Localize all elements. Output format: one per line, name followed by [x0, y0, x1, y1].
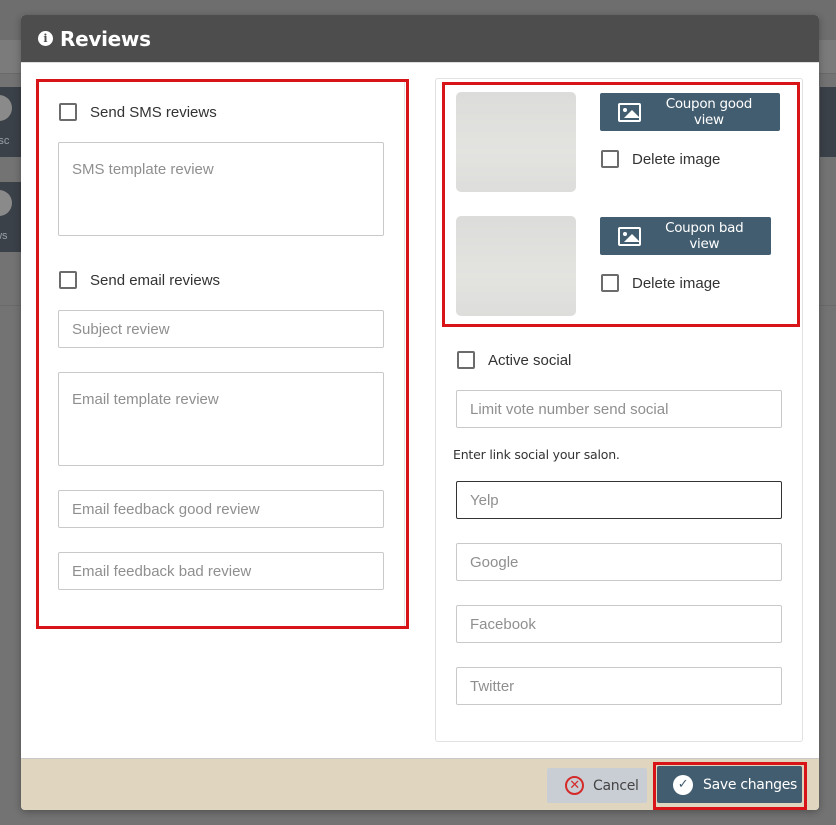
background-tile-right	[820, 87, 836, 157]
info-circle-icon: i	[38, 31, 53, 46]
active-social-label[interactable]: Active social	[488, 352, 571, 369]
background-tile-discounts: Disc	[0, 87, 22, 157]
modal-title: Reviews	[60, 26, 151, 51]
coupon-bad-thumbnail	[456, 216, 576, 316]
send-sms-reviews-checkbox[interactable]	[59, 103, 77, 121]
coupon-bad-view-label: Coupon bad view	[665, 220, 744, 252]
send-email-reviews-label[interactable]: Send email reviews	[90, 272, 220, 289]
background-tile-icon	[0, 190, 12, 216]
check-circle-icon: ✓	[673, 774, 693, 795]
left-panel-border	[404, 82, 405, 626]
yelp-link-input[interactable]	[456, 481, 782, 519]
background-tile-icon	[0, 95, 12, 121]
sms-template-textarea[interactable]	[58, 142, 384, 236]
email-feedback-good-input[interactable]	[58, 490, 384, 528]
delete-bad-image-label[interactable]: Delete image	[632, 275, 720, 292]
delete-good-image-row: Delete image	[601, 150, 720, 168]
background-tile-reviews: ews	[0, 182, 22, 252]
image-icon	[618, 226, 641, 246]
save-changes-label: Save changes	[703, 776, 798, 793]
delete-good-image-checkbox[interactable]	[601, 150, 619, 168]
modal-header: i Reviews	[21, 15, 819, 63]
coupon-good-thumbnail	[456, 92, 576, 192]
active-social-row: Active social	[457, 351, 571, 369]
coupon-good-view-button[interactable]: Coupon good view	[600, 93, 780, 131]
subject-review-input[interactable]	[58, 310, 384, 348]
social-helper-text: Enter link social your salon.	[453, 447, 620, 462]
twitter-link-input[interactable]	[456, 667, 782, 705]
x-circle-icon: ✕	[565, 776, 584, 795]
delete-good-image-label[interactable]: Delete image	[632, 151, 720, 168]
delete-bad-image-checkbox[interactable]	[601, 274, 619, 292]
google-link-input[interactable]	[456, 543, 782, 581]
send-email-reviews-row: Send email reviews	[59, 271, 220, 289]
image-icon	[618, 102, 641, 122]
active-social-checkbox[interactable]	[457, 351, 475, 369]
cancel-button[interactable]: ✕ Cancel	[547, 768, 647, 803]
facebook-link-input[interactable]	[456, 605, 782, 643]
coupon-bad-view-button[interactable]: Coupon bad view	[600, 217, 771, 255]
send-sms-reviews-row: Send SMS reviews	[59, 103, 217, 121]
modal-footer: ✕ Cancel ✓ Save changes	[21, 758, 819, 810]
send-email-reviews-checkbox[interactable]	[59, 271, 77, 289]
delete-bad-image-row: Delete image	[601, 274, 720, 292]
cancel-label: Cancel	[593, 777, 639, 794]
email-template-textarea[interactable]	[58, 372, 384, 466]
background-tile-label: ews	[0, 230, 8, 242]
save-changes-button[interactable]: ✓ Save changes	[657, 766, 802, 803]
reviews-modal: i Reviews Send SMS reviews Send email re…	[21, 15, 819, 810]
email-feedback-bad-input[interactable]	[58, 552, 384, 590]
send-sms-reviews-label[interactable]: Send SMS reviews	[90, 104, 217, 121]
background-tile-label: Disc	[0, 135, 10, 147]
limit-vote-input[interactable]	[456, 390, 782, 428]
coupon-good-view-label: Coupon good view	[665, 96, 753, 128]
